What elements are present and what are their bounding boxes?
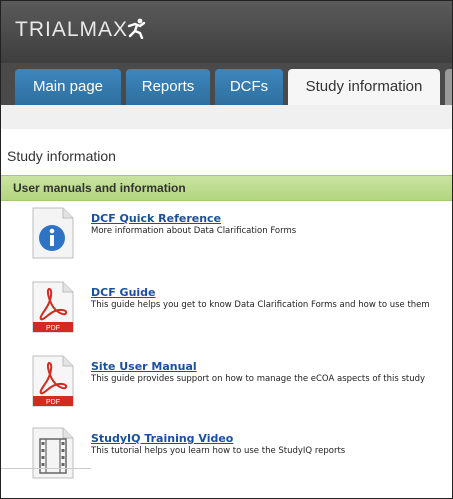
tab-reports[interactable]: Reports xyxy=(126,69,210,105)
pdf-icon: PDF xyxy=(32,281,74,333)
svg-text:PDF: PDF xyxy=(46,325,60,332)
video-film-icon xyxy=(32,427,74,479)
app-window: TRIALMAX Main page Reports DCFs Study in… xyxy=(0,0,453,499)
logo-figure-icon xyxy=(127,18,146,39)
section-label: User manuals and information xyxy=(13,181,186,195)
item-link-dcf-guide[interactable]: DCF Guide xyxy=(91,286,156,299)
pdf-icon: PDF xyxy=(32,355,74,407)
bottom-divider xyxy=(1,468,91,469)
section-header: User manuals and information xyxy=(1,175,452,201)
item-description: More information about Data Clarificatio… xyxy=(91,226,297,236)
item-description: This tutorial helps you learn how to use… xyxy=(91,446,346,456)
tab-overflow[interactable] xyxy=(445,69,452,105)
item-link-dcf-quick-reference[interactable]: DCF Quick Reference xyxy=(91,212,221,225)
item-description: This guide helps you get to know Data Cl… xyxy=(91,300,430,310)
list-item: DCF Quick Reference More information abo… xyxy=(1,207,452,263)
tab-main-page[interactable]: Main page xyxy=(15,69,121,105)
list-item: PDF DCF Guide This guide helps you get t… xyxy=(1,281,452,337)
item-description: This guide provides support on how to ma… xyxy=(91,374,426,384)
tab-study-information[interactable]: Study information xyxy=(288,69,440,105)
app-header: TRIALMAX xyxy=(1,1,452,63)
app-logo: TRIALMAX xyxy=(15,18,129,41)
list-item: StudyIQ Training Video This tutorial hel… xyxy=(1,427,452,483)
tab-bar: Main page Reports DCFs Study information xyxy=(1,63,452,105)
item-link-studyiq-training-video[interactable]: StudyIQ Training Video xyxy=(91,432,233,445)
tab-dcfs[interactable]: DCFs xyxy=(215,69,283,105)
page-title: Study information xyxy=(7,148,116,164)
list-item: PDF Site User Manual This guide provides… xyxy=(1,355,452,411)
content-top-strip xyxy=(1,105,452,129)
info-document-icon xyxy=(32,207,74,259)
svg-text:PDF: PDF xyxy=(46,399,60,406)
item-link-site-user-manual[interactable]: Site User Manual xyxy=(91,360,197,373)
